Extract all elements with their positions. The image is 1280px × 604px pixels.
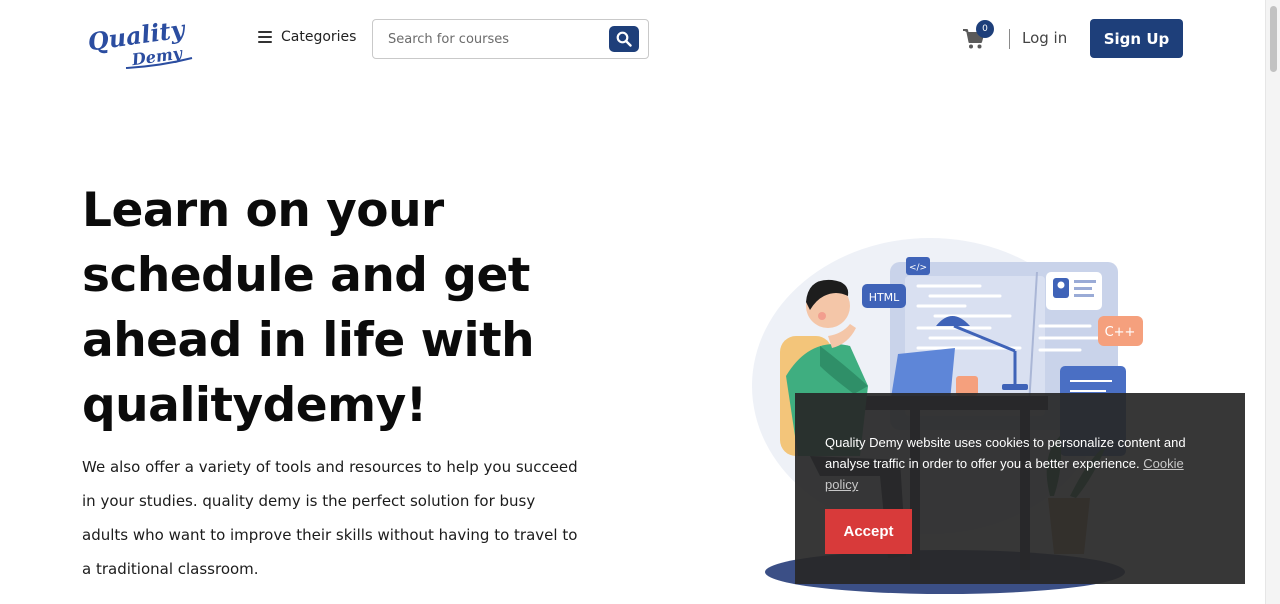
search-box xyxy=(372,19,649,59)
cpp-badge-label: C++ xyxy=(1105,325,1136,340)
hero-title-line: qualitydemy! xyxy=(82,378,427,433)
scrollbar-thumb[interactable] xyxy=(1270,6,1277,72)
categories-label: Categories xyxy=(281,29,357,45)
cookie-message-block: Quality Demy website uses cookies to per… xyxy=(825,432,1195,495)
login-link[interactable]: Log in xyxy=(1022,29,1067,47)
hamburger-icon xyxy=(258,31,272,43)
hero-description: We also offer a variety of tools and res… xyxy=(82,458,578,578)
html-badge-label: HTML xyxy=(869,291,900,304)
signup-button[interactable]: Sign Up xyxy=(1090,19,1183,58)
search-icon xyxy=(616,31,632,47)
hero-title-line: ahead in life with xyxy=(82,313,535,368)
search-button[interactable] xyxy=(609,26,639,52)
site-logo[interactable]: Quality Demy xyxy=(86,14,198,74)
cookie-message: Quality Demy website uses cookies to per… xyxy=(825,435,1186,471)
hero-title: Learn on your schedule and get ahead in … xyxy=(82,178,602,438)
cookie-banner: Quality Demy website uses cookies to per… xyxy=(795,393,1245,584)
categories-menu[interactable]: Categories xyxy=(258,29,356,45)
hero-title-line: schedule and get xyxy=(82,248,530,303)
cart-count-badge: 0 xyxy=(976,20,994,38)
hero-title-line: Learn on your xyxy=(82,183,444,238)
page-scrollbar[interactable] xyxy=(1265,0,1280,604)
search-input[interactable] xyxy=(374,21,604,57)
accept-cookies-button[interactable]: Accept xyxy=(825,509,912,554)
logo-graphic: Quality Demy xyxy=(86,14,193,69)
header-divider xyxy=(1009,29,1010,49)
code-tag-label: </> xyxy=(909,263,927,273)
